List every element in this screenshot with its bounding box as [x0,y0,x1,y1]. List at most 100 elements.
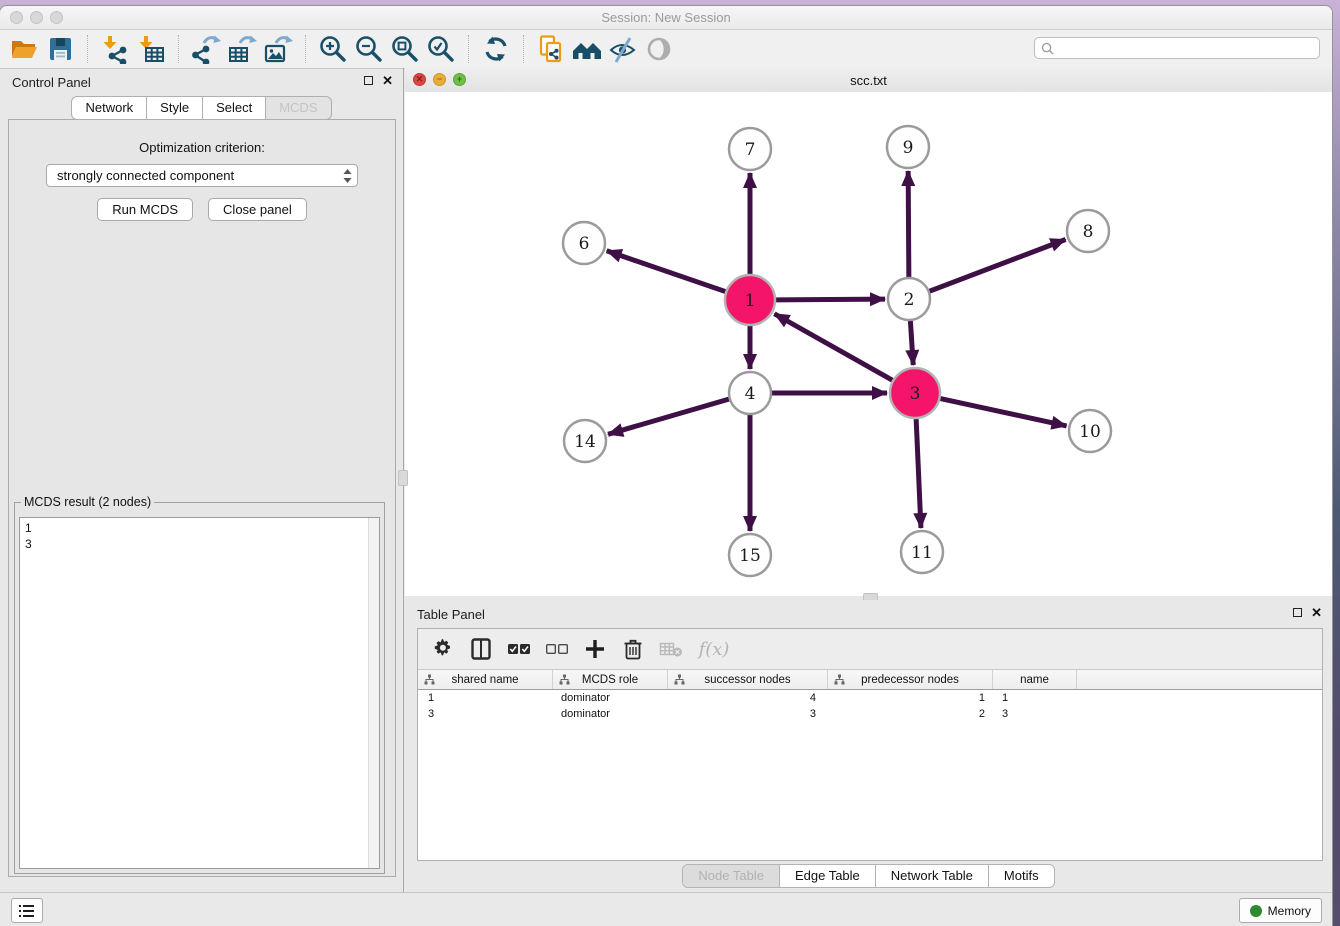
window-title: Session: New Session [0,10,1332,25]
tab-style[interactable]: Style [146,96,202,120]
optimization-criterion-select[interactable]: strongly connected component [46,164,358,187]
tab-node-table[interactable]: Node Table [683,865,780,887]
zoom-out-button[interactable] [351,33,387,65]
tab-mcds[interactable]: MCDS [265,96,331,120]
export-table-button[interactable] [224,33,260,65]
table-cell[interactable]: 1 [993,692,1077,704]
tab-network[interactable]: Network [71,96,146,120]
import-network-button[interactable] [97,33,133,65]
window-titlebar: Session: New Session [0,6,1332,30]
graph-node-1[interactable]: 1 [725,275,775,325]
edge-1-2[interactable] [776,299,885,300]
edge-3-10[interactable] [940,399,1066,426]
close-panel-icon[interactable]: ✕ [382,75,393,86]
memory-button[interactable]: Memory [1239,898,1322,923]
edge-1-6[interactable] [607,251,726,292]
graph-node-8[interactable]: 8 [1067,210,1109,252]
table-cell[interactable]: 1 [828,692,993,704]
table-cell[interactable]: 3 [993,708,1077,720]
table-cell[interactable]: 3 [668,708,828,720]
column-header-predecessor-nodes[interactable]: predecessor nodes [828,670,993,689]
edge-2-3[interactable] [910,321,913,365]
graph-node-15[interactable]: 15 [729,534,771,576]
mcds-result-box[interactable]: 1 3 [19,517,380,869]
delete-table-button[interactable] [654,634,688,664]
export-image-button[interactable] [260,33,296,65]
first-neighbors-button[interactable] [569,33,605,65]
float-table-panel-icon[interactable] [1293,608,1302,617]
tab-edge-table[interactable]: Edge Table [780,865,876,887]
column-header-successor-nodes[interactable]: successor nodes [668,670,828,689]
network-graph[interactable]: 1 2 3 4 6 7 8 9 10 11 14 15 [405,92,1332,596]
run-mcds-button[interactable]: Run MCDS [97,198,193,221]
delete-columns-button[interactable] [616,634,650,664]
vertical-divider-grip[interactable] [398,470,408,486]
column-header-filler [1077,670,1322,689]
task-history-button[interactable] [11,898,43,923]
table-settings-button[interactable] [426,634,460,664]
save-session-button[interactable] [42,33,78,65]
close-panel-button[interactable]: Close panel [208,198,307,221]
result-scrollbar[interactable] [368,518,379,868]
export-table-icon [227,34,257,64]
edge-2-9[interactable] [908,171,909,277]
search-input[interactable] [1058,40,1313,56]
close-table-panel-icon[interactable]: ✕ [1311,607,1322,618]
table-toolbar: f(x) [418,629,1322,669]
refresh-icon [481,34,511,64]
import-table-button[interactable] [133,33,169,65]
node-label-15: 15 [739,546,761,566]
graph-node-10[interactable]: 10 [1069,410,1111,452]
memory-status-icon [1250,905,1262,917]
delete-table-icon [659,640,683,658]
graph-node-2[interactable]: 2 [888,278,930,320]
apply-function-button[interactable]: f(x) [692,634,736,664]
deselect-all-button[interactable] [540,634,574,664]
table-cell[interactable]: 2 [828,708,993,720]
zoom-in-button[interactable] [315,33,351,65]
graph-node-7[interactable]: 7 [729,128,771,170]
tab-select[interactable]: Select [202,96,265,120]
graph-node-9[interactable]: 9 [887,126,929,168]
column-header-MCDS-role[interactable]: MCDS role [553,670,668,689]
show-all-button[interactable] [641,33,677,65]
column-header-shared-name[interactable]: shared name [418,670,553,689]
open-session-button[interactable] [6,33,42,65]
graph-node-14[interactable]: 14 [564,420,606,462]
zoom-out-icon [354,34,384,64]
zoom-fit-button[interactable] [387,33,423,65]
node-label-10: 10 [1079,422,1101,442]
show-columns-button[interactable] [464,634,498,664]
table-row[interactable]: 1dominator411 [418,690,1322,706]
search-box[interactable] [1034,37,1320,59]
table-cell[interactable]: dominator [553,692,668,704]
zoom-selected-button[interactable] [423,33,459,65]
table-panel-title: Table Panel [417,607,485,622]
clone-network-button[interactable] [533,33,569,65]
node-label-9: 9 [903,138,914,158]
edge-2-8[interactable] [930,240,1066,292]
table-cell[interactable]: 1 [418,692,553,704]
table-cell[interactable]: dominator [553,708,668,720]
table-row[interactable]: 3dominator323 [418,706,1322,722]
create-column-button[interactable] [578,634,612,664]
tab-motifs[interactable]: Motifs [989,865,1054,887]
float-panel-icon[interactable] [364,76,373,85]
graph-node-3[interactable]: 3 [890,368,940,418]
select-all-button[interactable] [502,634,536,664]
clone-network-icon [536,34,566,64]
export-network-button[interactable] [188,33,224,65]
graph-node-11[interactable]: 11 [901,531,943,573]
edge-4-14[interactable] [608,399,729,434]
graph-node-4[interactable]: 4 [729,372,771,414]
network-canvas[interactable]: 1 2 3 4 6 7 8 9 10 11 14 15 [405,92,1332,596]
graph-node-6[interactable]: 6 [563,222,605,264]
column-header-name[interactable]: name [993,670,1077,689]
refresh-button[interactable] [478,33,514,65]
edge-3-1[interactable] [774,314,892,380]
edge-3-11[interactable] [916,419,921,528]
table-cell[interactable]: 3 [418,708,553,720]
tab-network-table[interactable]: Network Table [876,865,989,887]
table-cell[interactable]: 4 [668,692,828,704]
hide-selected-button[interactable] [605,33,641,65]
